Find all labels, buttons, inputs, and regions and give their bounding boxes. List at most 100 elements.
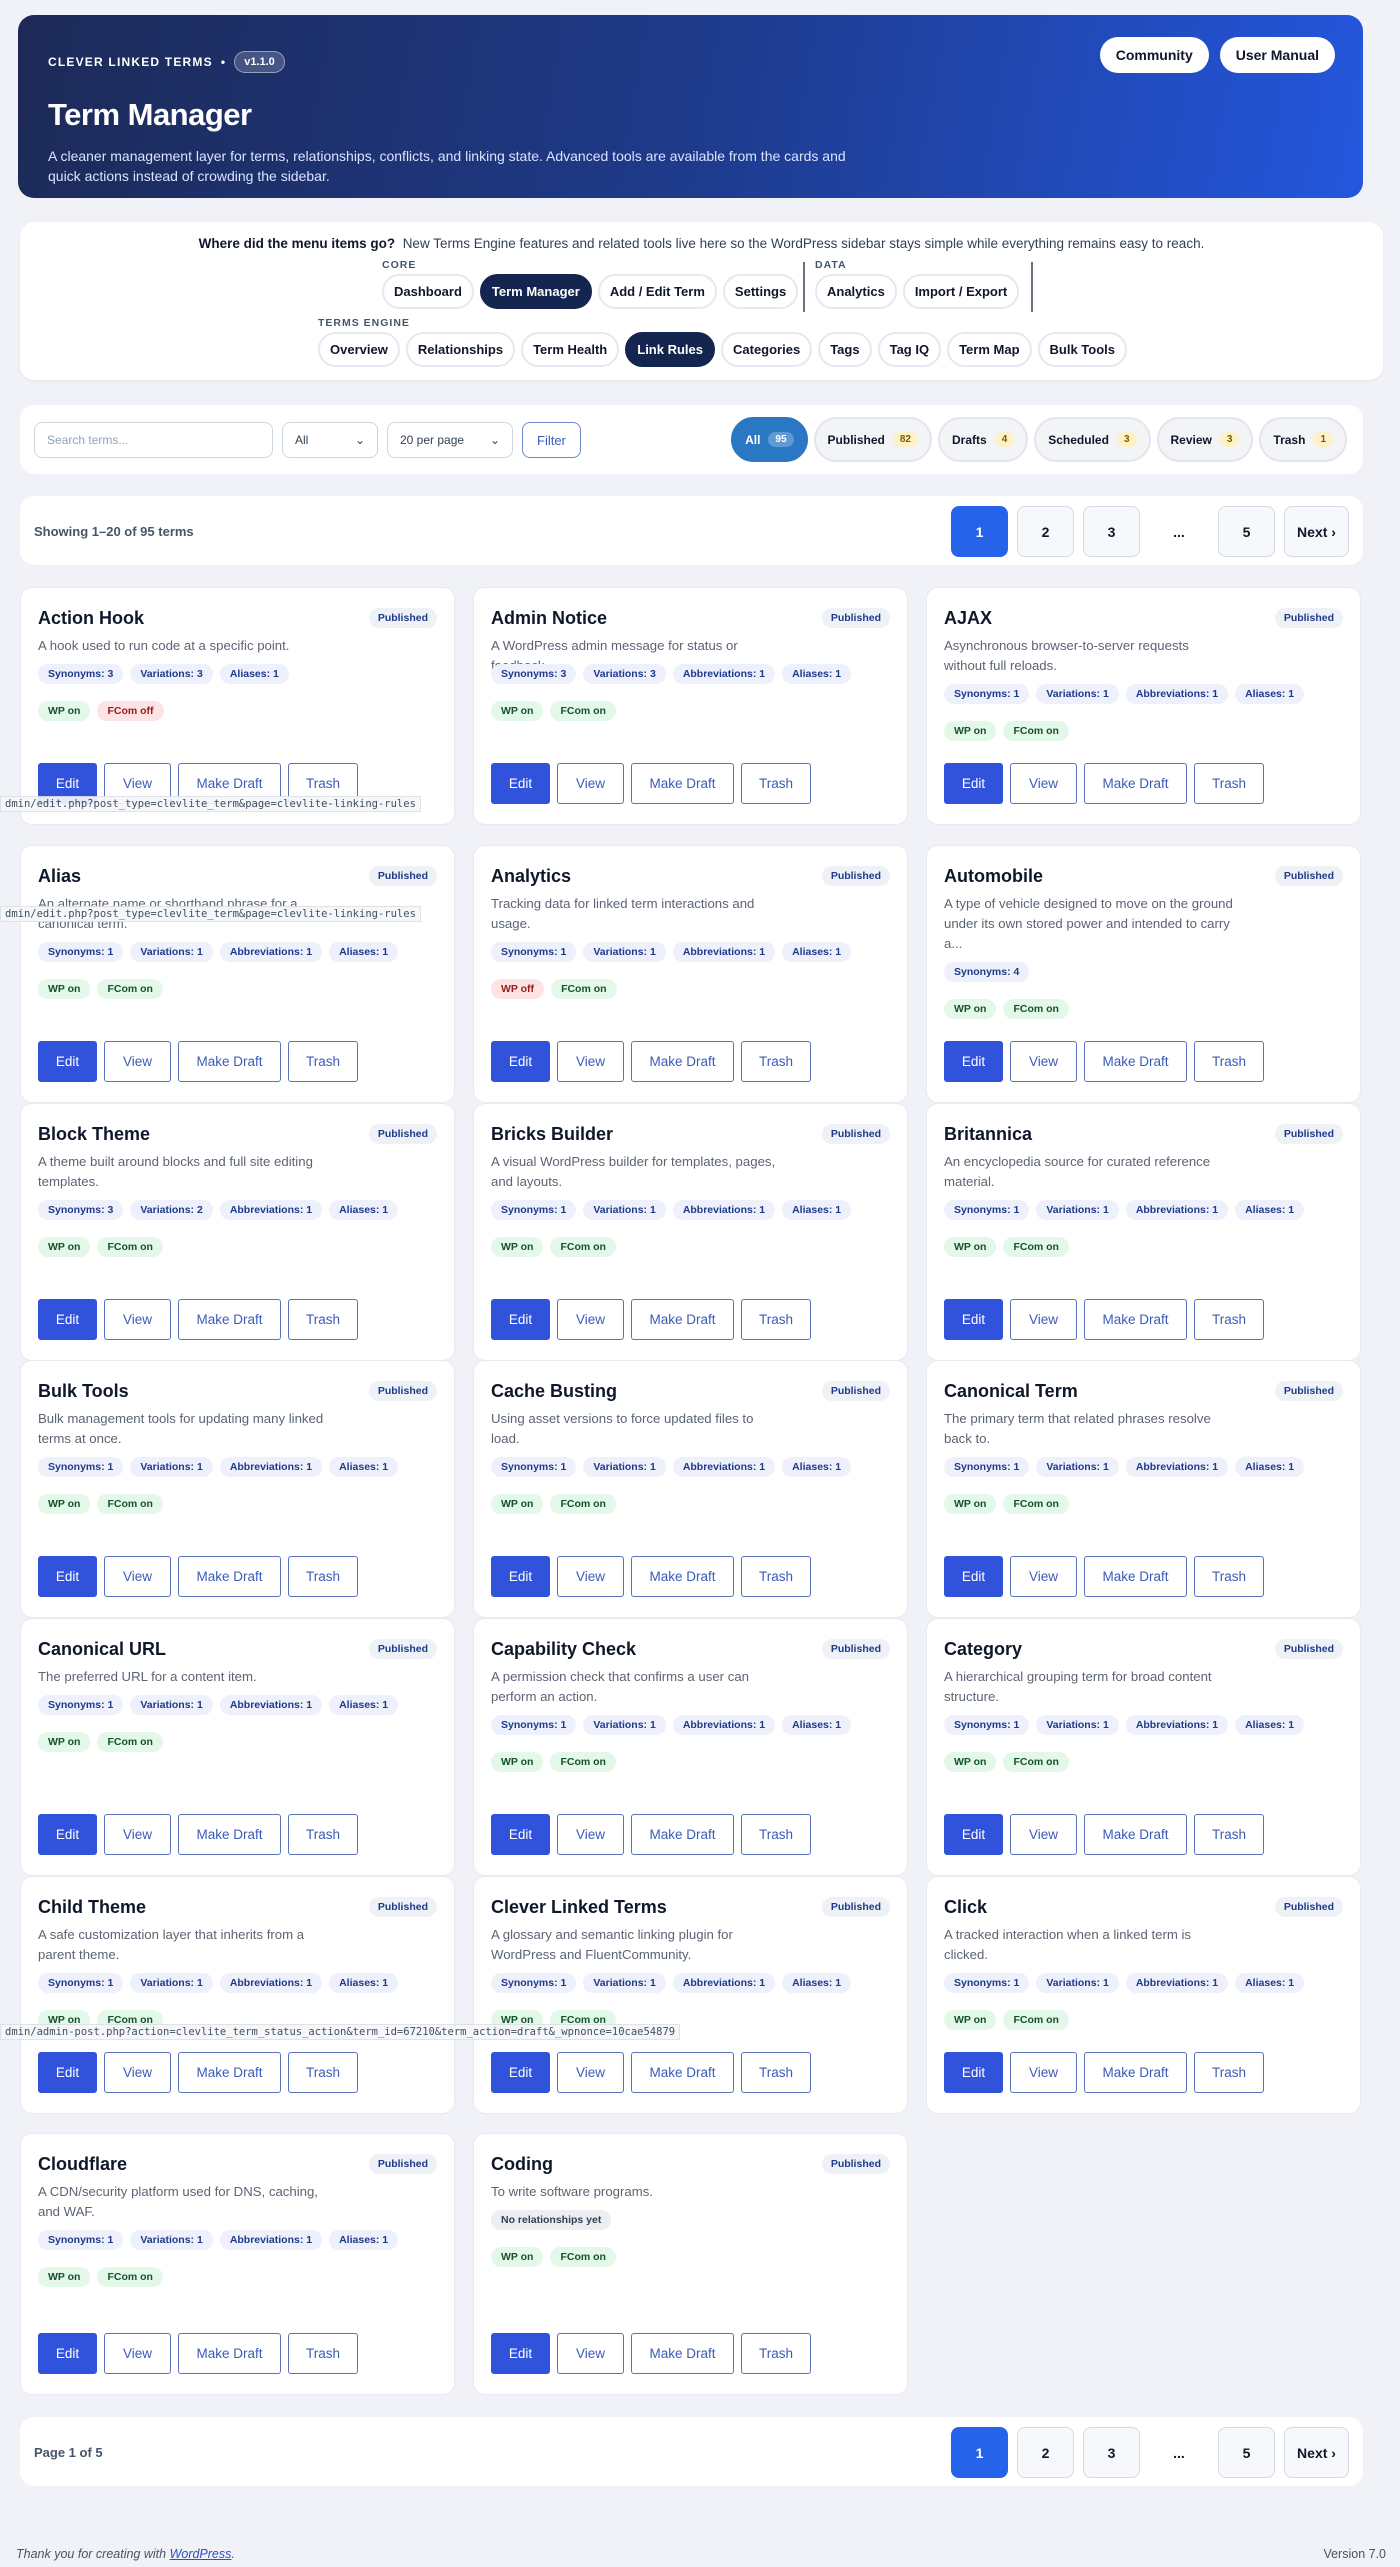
trash-button[interactable]: Trash: [288, 1299, 358, 1340]
nav-settings[interactable]: Settings: [722, 274, 799, 309]
nav-relationships[interactable]: Relationships: [405, 332, 516, 367]
trash-button[interactable]: Trash: [741, 1041, 811, 1082]
view-button[interactable]: View: [104, 1041, 171, 1082]
edit-button[interactable]: Edit: [38, 1556, 97, 1597]
view-button[interactable]: View: [557, 1041, 624, 1082]
make-draft-button[interactable]: Make Draft: [631, 2333, 734, 2374]
community-button[interactable]: Community: [1099, 37, 1209, 73]
next-page-button[interactable]: Next ›: [1284, 2427, 1349, 2478]
view-button[interactable]: View: [1010, 1041, 1077, 1082]
page-button-3[interactable]: 3: [1083, 2427, 1140, 2478]
nav-term-map[interactable]: Term Map: [947, 332, 1032, 367]
term-title[interactable]: Block Theme: [38, 1124, 150, 1145]
trash-button[interactable]: Trash: [1194, 1814, 1264, 1855]
edit-button[interactable]: Edit: [944, 1299, 1003, 1340]
view-button[interactable]: View: [1010, 2052, 1077, 2093]
trash-button[interactable]: Trash: [741, 2052, 811, 2093]
edit-button[interactable]: Edit: [944, 763, 1003, 804]
term-title[interactable]: Bricks Builder: [491, 1124, 613, 1145]
trash-button[interactable]: Trash: [741, 1299, 811, 1340]
term-title[interactable]: Canonical Term: [944, 1381, 1078, 1402]
edit-button[interactable]: Edit: [38, 1299, 97, 1340]
make-draft-button[interactable]: Make Draft: [631, 763, 734, 804]
view-button[interactable]: View: [557, 2052, 624, 2093]
user-manual-button[interactable]: User Manual: [1219, 37, 1335, 73]
trash-button[interactable]: Trash: [1194, 1556, 1264, 1597]
make-draft-button[interactable]: Make Draft: [178, 2052, 281, 2093]
nav-term-manager[interactable]: Term Manager: [479, 274, 592, 309]
term-title[interactable]: Bulk Tools: [38, 1381, 129, 1402]
term-title[interactable]: Clever Linked Terms: [491, 1897, 667, 1918]
view-button[interactable]: View: [104, 1556, 171, 1597]
view-button[interactable]: View: [557, 1814, 624, 1855]
view-button[interactable]: View: [1010, 1556, 1077, 1597]
term-title[interactable]: Analytics: [491, 866, 571, 887]
edit-button[interactable]: Edit: [491, 1041, 550, 1082]
status-tab-drafts[interactable]: Drafts 4: [938, 417, 1029, 462]
view-button[interactable]: View: [1010, 763, 1077, 804]
trash-button[interactable]: Trash: [741, 1556, 811, 1597]
trash-button[interactable]: Trash: [1194, 2052, 1264, 2093]
status-tab-review[interactable]: Review 3: [1156, 417, 1254, 462]
make-draft-button[interactable]: Make Draft: [1084, 1556, 1187, 1597]
nav-link-rules[interactable]: Link Rules: [625, 332, 715, 367]
view-button[interactable]: View: [1010, 1299, 1077, 1340]
make-draft-button[interactable]: Make Draft: [1084, 2052, 1187, 2093]
wordpress-link[interactable]: WordPress: [170, 2547, 232, 2561]
status-tab-scheduled[interactable]: Scheduled 3: [1034, 417, 1151, 462]
edit-button[interactable]: Edit: [38, 1041, 97, 1082]
make-draft-button[interactable]: Make Draft: [631, 1299, 734, 1340]
view-button[interactable]: View: [104, 2333, 171, 2374]
status-tab-trash[interactable]: Trash 1: [1259, 417, 1347, 462]
term-title[interactable]: Click: [944, 1897, 987, 1918]
make-draft-button[interactable]: Make Draft: [178, 1299, 281, 1340]
term-title[interactable]: Cloudflare: [38, 2154, 127, 2175]
make-draft-button[interactable]: Make Draft: [178, 1814, 281, 1855]
page-button-5[interactable]: 5: [1218, 506, 1275, 557]
view-button[interactable]: View: [104, 2052, 171, 2093]
term-title[interactable]: Category: [944, 1639, 1022, 1660]
trash-button[interactable]: Trash: [741, 1814, 811, 1855]
make-draft-button[interactable]: Make Draft: [1084, 763, 1187, 804]
edit-button[interactable]: Edit: [944, 1556, 1003, 1597]
term-title[interactable]: Coding: [491, 2154, 553, 2175]
make-draft-button[interactable]: Make Draft: [178, 1556, 281, 1597]
view-button[interactable]: View: [557, 2333, 624, 2374]
trash-button[interactable]: Trash: [288, 1556, 358, 1597]
make-draft-button[interactable]: Make Draft: [178, 1041, 281, 1082]
nav-import-export[interactable]: Import / Export: [902, 274, 1020, 309]
page-button-2[interactable]: 2: [1017, 506, 1074, 557]
trash-button[interactable]: Trash: [288, 1041, 358, 1082]
trash-button[interactable]: Trash: [288, 1814, 358, 1855]
edit-button[interactable]: Edit: [944, 1041, 1003, 1082]
view-button[interactable]: View: [104, 1814, 171, 1855]
term-title[interactable]: Britannica: [944, 1124, 1032, 1145]
edit-button[interactable]: Edit: [491, 1814, 550, 1855]
filter-button[interactable]: Filter: [522, 422, 581, 458]
term-title[interactable]: Child Theme: [38, 1897, 146, 1918]
nav-analytics[interactable]: Analytics: [815, 274, 897, 309]
trash-button[interactable]: Trash: [288, 2333, 358, 2374]
term-title[interactable]: AJAX: [944, 608, 992, 629]
nav-bulk-tools[interactable]: Bulk Tools: [1037, 332, 1127, 367]
edit-button[interactable]: Edit: [491, 1556, 550, 1597]
nav-categories[interactable]: Categories: [721, 332, 813, 367]
make-draft-button[interactable]: Make Draft: [1084, 1814, 1187, 1855]
page-button-1[interactable]: 1: [951, 2427, 1008, 2478]
edit-button[interactable]: Edit: [38, 2333, 97, 2374]
per-page-select[interactable]: 20 per page ⌄: [387, 422, 513, 458]
edit-button[interactable]: Edit: [491, 763, 550, 804]
term-title[interactable]: Alias: [38, 866, 81, 887]
make-draft-button[interactable]: Make Draft: [631, 1814, 734, 1855]
edit-button[interactable]: Edit: [491, 2333, 550, 2374]
status-tab-published[interactable]: Published 82: [813, 417, 932, 462]
trash-button[interactable]: Trash: [288, 2052, 358, 2093]
make-draft-button[interactable]: Make Draft: [178, 2333, 281, 2374]
term-title[interactable]: Canonical URL: [38, 1639, 166, 1660]
view-button[interactable]: View: [104, 1299, 171, 1340]
term-title[interactable]: Action Hook: [38, 608, 144, 629]
make-draft-button[interactable]: Make Draft: [631, 1041, 734, 1082]
make-draft-button[interactable]: Make Draft: [631, 1556, 734, 1597]
type-select[interactable]: All ⌄: [282, 422, 378, 458]
edit-button[interactable]: Edit: [491, 1299, 550, 1340]
